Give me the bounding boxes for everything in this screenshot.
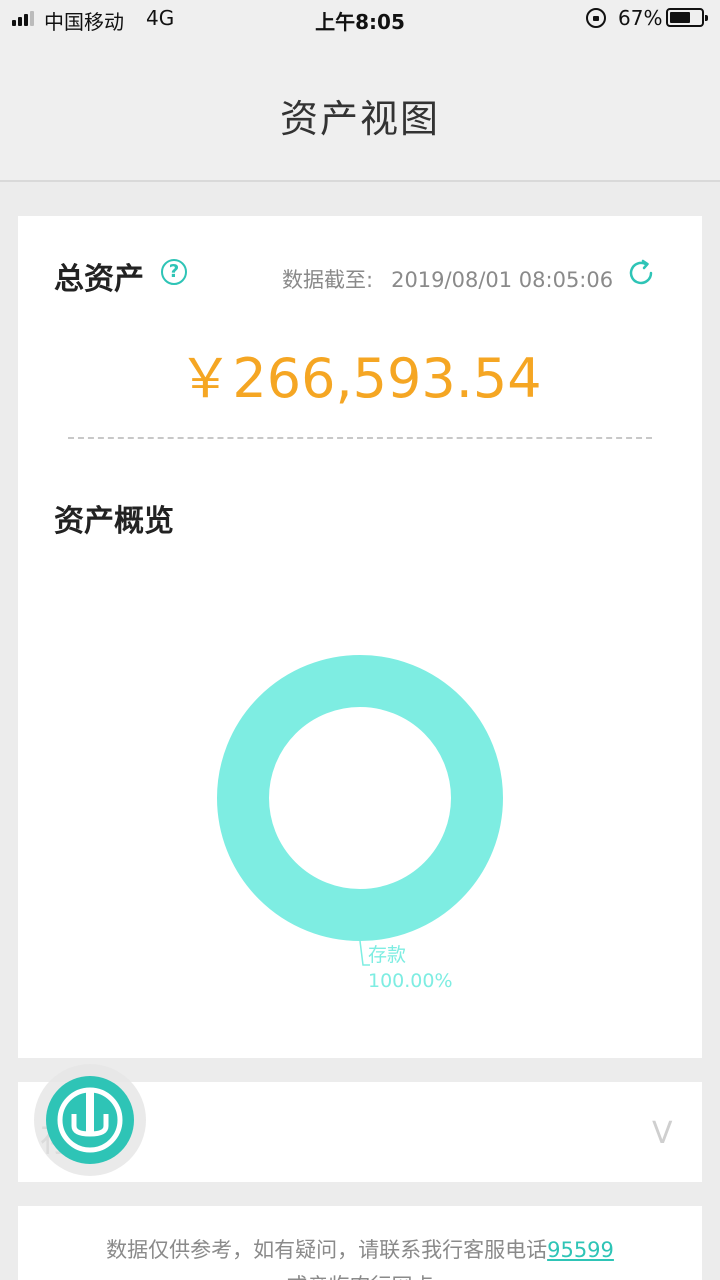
footer-text: 数据仅供参考，如有疑问，请联系我行客服电话95599 — [18, 1234, 702, 1264]
asset-summary-card: 总资产 ? 数据截至: 2019/08/01 08:05:06 ￥266,593.… — [18, 216, 702, 1058]
battery-percent: 67% — [618, 6, 663, 30]
chevron-down-icon[interactable]: V — [652, 1116, 673, 1151]
as-of-label: 数据截至: — [282, 268, 374, 292]
total-assets-amount: ￥266,593.54 — [178, 347, 542, 410]
service-phone-link[interactable]: 95599 — [547, 1238, 614, 1262]
bank-logo-icon — [46, 1076, 134, 1164]
data-as-of: 数据截至: 2019/08/01 08:05:06 — [282, 264, 613, 294]
slice-category-label: 存款 — [368, 944, 406, 966]
page-title: 资产视图 — [279, 97, 440, 141]
status-bar: 中国移动 4G 上午8:05 67% — [0, 0, 720, 36]
footer-message: 数据仅供参考，如有疑问，请联系我行客服电话 — [106, 1238, 548, 1262]
asset-overview-label: 资产概览 — [54, 504, 174, 539]
donut-slice-0 — [217, 655, 503, 941]
total-assets-label: 总资产 — [54, 262, 144, 297]
help-icon[interactable]: ? — [161, 259, 187, 285]
status-time: 上午8:05 — [315, 10, 405, 34]
rotation-lock-icon — [586, 8, 606, 28]
battery-icon — [666, 8, 708, 27]
floating-logo-button[interactable] — [34, 1064, 146, 1176]
slice-percent-label: 100.00% — [368, 970, 453, 992]
asset-donut-chart: 存款 100.00% — [217, 655, 503, 992]
divider — [68, 437, 652, 439]
footer-note: 数据仅供参考，如有疑问，请联系我行客服电话95599 或亲临农行网点 — [18, 1206, 702, 1280]
as-of-value: 2019/08/01 08:05:06 — [391, 268, 614, 292]
footer-text-2: 或亲临农行网点 — [18, 1270, 702, 1280]
nav-bar: 资产视图 — [0, 36, 720, 182]
refresh-icon[interactable] — [626, 258, 656, 288]
